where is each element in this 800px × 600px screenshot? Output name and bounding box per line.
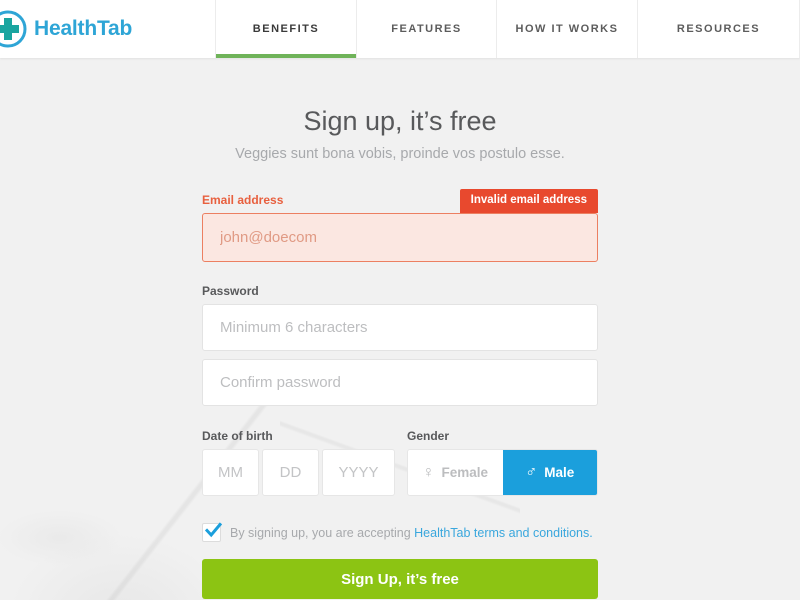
venus-symbol-icon: ♀ — [422, 463, 435, 481]
terms-checkbox[interactable] — [202, 522, 222, 542]
gender-toggle-group: ♀ Female ♂ Male — [407, 449, 598, 496]
page-subtitle: Veggies sunt bona vobis, proinde vos pos… — [235, 146, 565, 162]
nav-item-features-label: FEATURES — [391, 23, 462, 35]
terms-text-prefix: By signing up, you are accepting — [230, 525, 415, 540]
gender-label: Gender — [407, 429, 450, 443]
nav-item-resources-label: RESOURCES — [676, 23, 761, 35]
checkmark-icon — [205, 522, 222, 538]
signup-submit-button[interactable]: Sign Up, it’s free — [202, 559, 598, 599]
password-field-group — [202, 304, 598, 351]
terms-and-conditions-link[interactable]: HealthTab terms and conditions. — [414, 526, 593, 540]
email-field-group: Email address Invalid email address — [202, 187, 598, 262]
confirm-password-field-group — [202, 359, 598, 406]
dob-inputs — [202, 449, 407, 496]
medical-cross-circle-icon — [0, 9, 28, 49]
brand-logo[interactable]: HealthTab — [0, 0, 215, 58]
dob-label: Date of birth — [202, 429, 273, 443]
dob-field-group: Date of birth — [202, 429, 407, 496]
terms-text: By signing up, you are accepting HealthT… — [230, 526, 593, 540]
nav-item-resources[interactable]: RESOURCES — [637, 0, 800, 58]
nav-item-how-it-works[interactable]: HOW IT WORKS — [496, 0, 637, 58]
email-input[interactable] — [202, 213, 598, 262]
signup-page: Sign up, it’s free Veggies sunt bona vob… — [0, 58, 800, 599]
gender-option-male-label: Male — [544, 465, 575, 480]
dob-year-input[interactable] — [322, 449, 395, 496]
page-title: Sign up, it’s free — [303, 106, 497, 136]
email-error-badge: Invalid email address — [459, 188, 598, 213]
brand-name: HealthTab — [34, 17, 133, 40]
dob-gender-row: Date of birth Gender ♀ Female ♂ Male — [202, 429, 598, 496]
nav-item-how-it-works-label: HOW IT WORKS — [515, 23, 619, 35]
gender-option-female-label: Female — [441, 465, 489, 480]
dob-day-input[interactable] — [262, 449, 319, 496]
gender-option-male[interactable]: ♂ Male — [502, 450, 597, 495]
email-label: Email address — [202, 193, 284, 207]
mars-symbol-icon: ♂ — [525, 463, 538, 481]
email-label-row: Email address Invalid email address — [202, 187, 598, 213]
nav-item-benefits-label: BENEFITS — [252, 23, 320, 35]
password-input[interactable] — [202, 304, 598, 351]
dob-month-input[interactable] — [202, 449, 259, 496]
gender-field-group: Gender ♀ Female ♂ Male — [407, 429, 598, 496]
main-navigation: BENEFITS FEATURES HOW IT WORKS RESOURCES — [215, 0, 800, 58]
nav-item-features[interactable]: FEATURES — [356, 0, 496, 58]
nav-item-benefits[interactable]: BENEFITS — [215, 0, 356, 58]
password-label-wrap: Password — [202, 284, 598, 298]
row-spacer — [202, 496, 598, 523]
gender-option-female[interactable]: ♀ Female — [408, 450, 503, 495]
site-header: HealthTab BENEFITS FEATURES HOW IT WORKS… — [0, 0, 800, 58]
signup-form: Email address Invalid email address Pass… — [202, 162, 598, 599]
terms-row: By signing up, you are accepting HealthT… — [202, 522, 598, 542]
confirm-password-input[interactable] — [202, 359, 598, 406]
password-label: Password — [202, 284, 259, 298]
